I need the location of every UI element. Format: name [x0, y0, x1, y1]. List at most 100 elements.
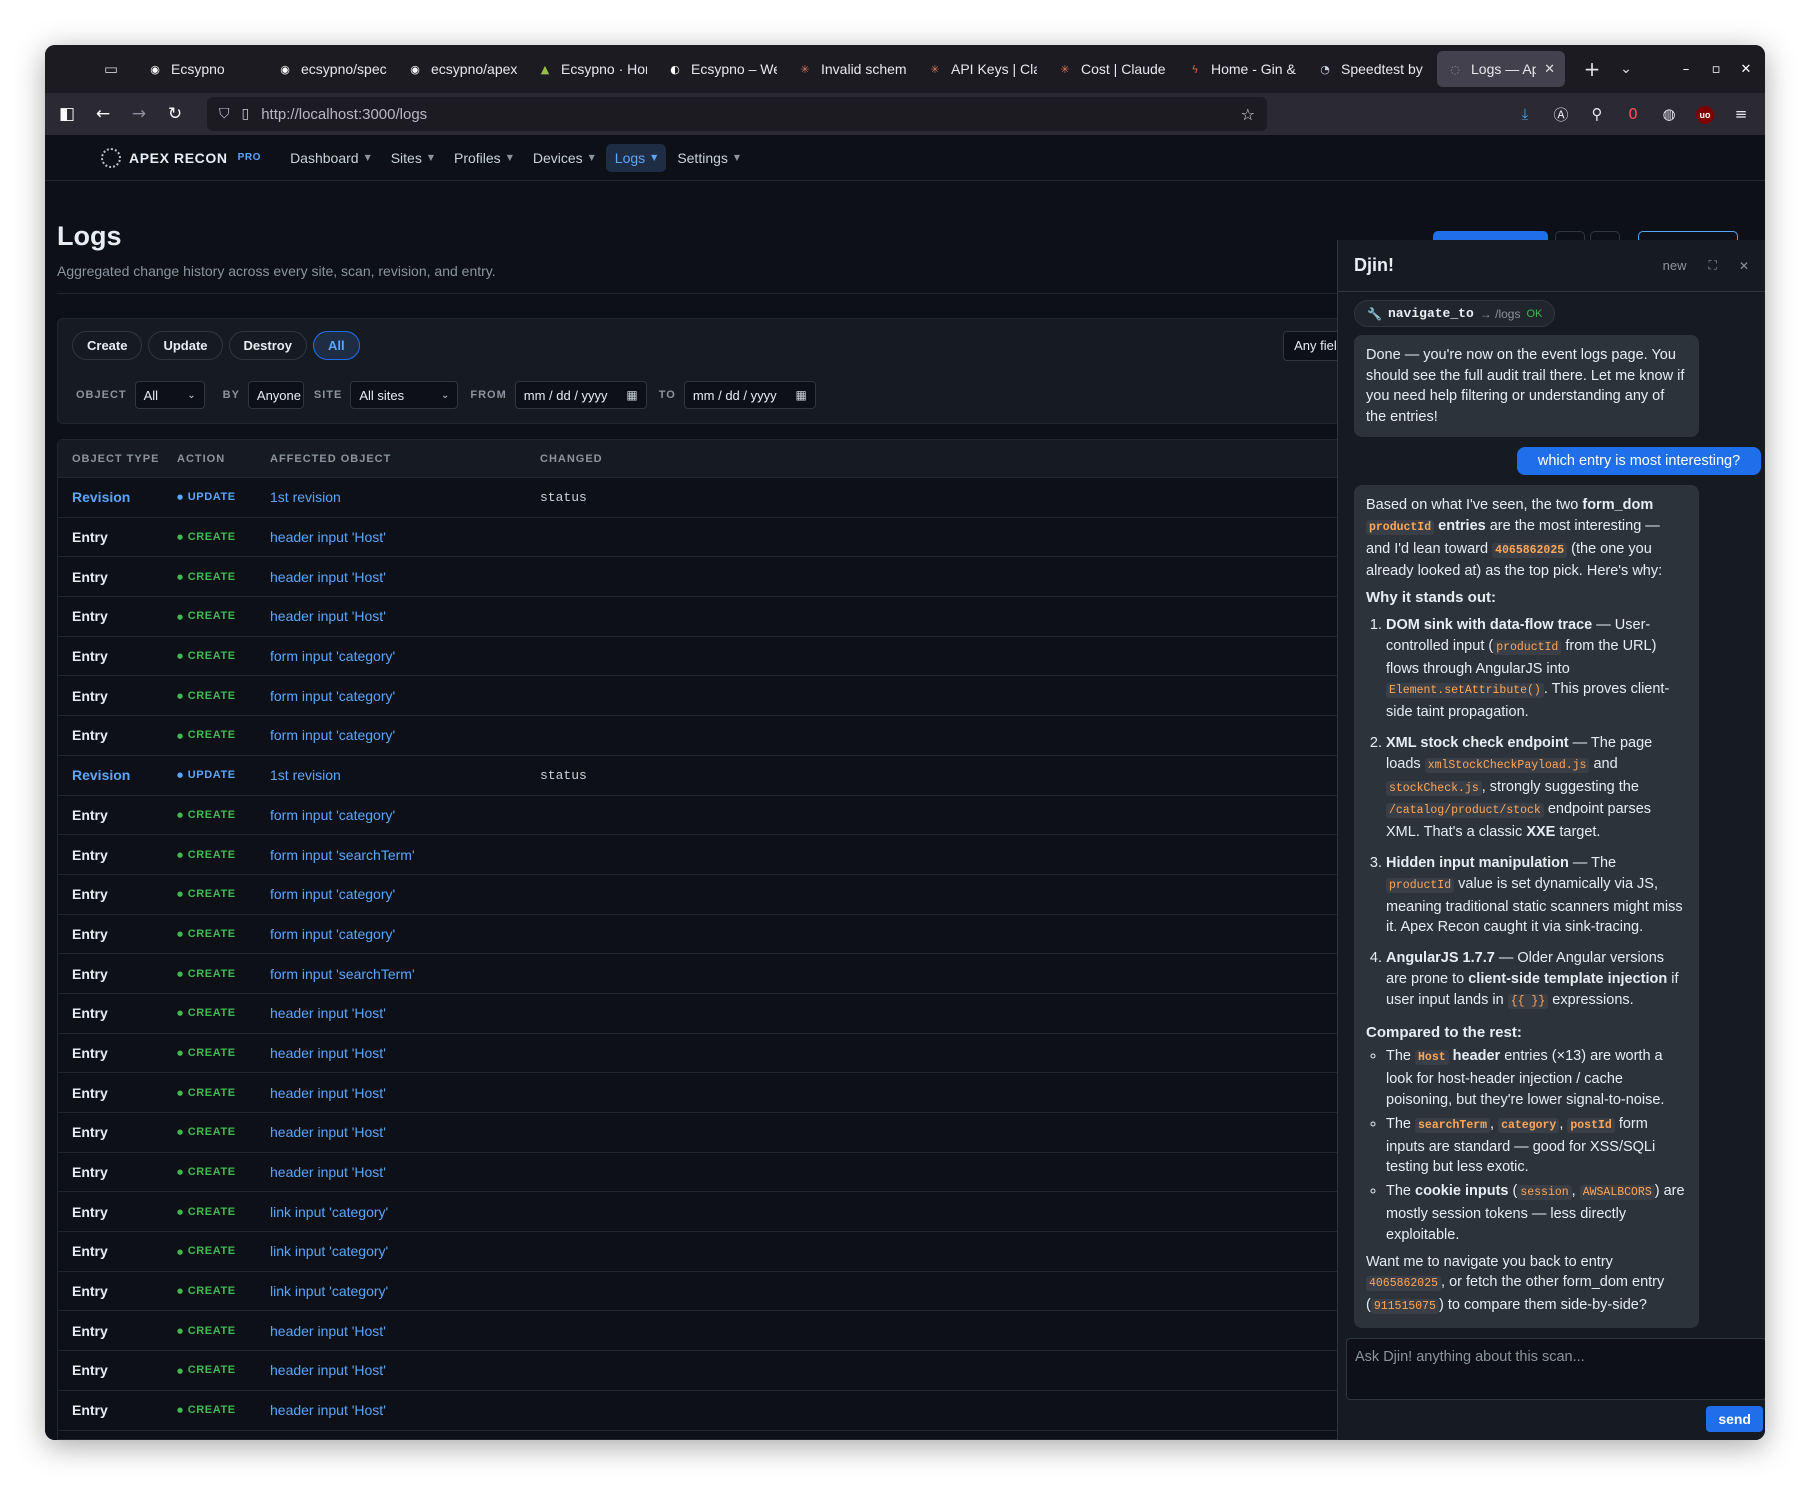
filter-pill-destroy[interactable]: Destroy	[228, 331, 307, 360]
table-row[interactable]: Entry ● CREATE form input 'searchTerm'	[58, 835, 1351, 875]
affected-object-link[interactable]: form input 'category'	[270, 688, 540, 704]
sidebar-toggle-icon[interactable]: ◧	[49, 104, 85, 124]
filter-pill-create[interactable]: Create	[72, 331, 143, 360]
table-row[interactable]: Entry ● CREATE header input 'Host'	[58, 1073, 1351, 1113]
table-row[interactable]: Entry ● CREATE form input 'category'	[58, 716, 1351, 756]
table-row[interactable]: Entry ● CREATE header input 'Host'	[58, 1391, 1351, 1431]
calendar-icon[interactable]: ▦	[795, 388, 806, 402]
browser-tab[interactable]: ✳ API Keys | Cla	[917, 51, 1047, 87]
table-row[interactable]: Entry ● CREATE header input 'Host'	[58, 994, 1351, 1034]
browser-tab[interactable]: ◐ Ecsypno – We	[657, 51, 787, 87]
affected-object-link[interactable]: 1st revision	[270, 767, 540, 783]
brand[interactable]: APEX RECON PRO	[101, 147, 261, 168]
shield-icon[interactable]: ⛉	[219, 106, 230, 122]
affected-object-link[interactable]: header input 'Host'	[270, 1085, 540, 1101]
menu-settings[interactable]: Settings ▼	[668, 144, 749, 172]
affected-object-link[interactable]: form input 'category'	[270, 886, 540, 902]
tab-overview-icon[interactable]: ▭	[93, 54, 129, 84]
reload-icon[interactable]: ↻	[157, 104, 193, 124]
table-row[interactable]: Entry ● CREATE form input 'searchTerm'	[58, 954, 1351, 994]
close-window-icon[interactable]: ✕	[1737, 62, 1755, 77]
table-row[interactable]: Entry ● CREATE form input 'category'	[58, 796, 1351, 836]
table-row[interactable]: Entry ● CREATE header input 'Host'	[58, 557, 1351, 598]
hamburger-menu-icon[interactable]: ≡	[1731, 105, 1751, 123]
table-row[interactable]: Entry ● CREATE header input 'Host'	[58, 1113, 1351, 1153]
maximize-icon[interactable]: ▫	[1707, 62, 1725, 77]
object-type-cell[interactable]: Revision	[58, 767, 177, 783]
affected-object-link[interactable]: form input 'category'	[270, 926, 540, 942]
calendar-icon[interactable]: ▦	[626, 388, 637, 402]
browser-tab[interactable]: ▲ Ecsypno · Hon	[527, 51, 657, 87]
site-select[interactable]: All sites ⌄	[350, 381, 459, 409]
browser-tab[interactable]: ✳ Invalid schem	[787, 51, 917, 87]
expand-icon[interactable]: ⛶	[1709, 258, 1717, 273]
browser-tab[interactable]: ϟ Home - Gin &	[1177, 51, 1307, 87]
table-row[interactable]: Entry ● CREATE header input 'Host'	[58, 1351, 1351, 1391]
browser-tab[interactable]: ◉ Ecsypno	[137, 51, 267, 87]
table-row[interactable]: Entry ● CREATE form input 'category'	[58, 875, 1351, 915]
bookmark-star-icon[interactable]: ☆	[1241, 105, 1255, 124]
table-row[interactable]: Revision ● UPDATE 1st revision status	[58, 756, 1351, 796]
affected-object-link[interactable]: link input 'category'	[270, 1283, 540, 1299]
downloads-icon[interactable]: ⤓	[1515, 105, 1535, 123]
minimize-icon[interactable]: –	[1677, 62, 1695, 77]
affected-object-link[interactable]: form input 'searchTerm'	[270, 966, 540, 982]
header-affected-object[interactable]: AFFECTED OBJECT	[270, 453, 540, 465]
header-object-type[interactable]: OBJECT TYPE	[58, 453, 177, 465]
by-select[interactable]: Anyone	[247, 381, 304, 409]
tab-list-chevron-icon[interactable]: ⌄	[1609, 61, 1643, 77]
table-row[interactable]: Entry ● CREATE form input 'category'	[58, 637, 1351, 677]
table-row[interactable]: Entry ● CREATE link input 'category'	[58, 1272, 1351, 1312]
header-changed[interactable]: CHANGED	[540, 453, 1351, 465]
from-date-input[interactable]: mm / dd / yyyy ▦	[514, 381, 647, 409]
affected-object-link[interactable]: header input 'Host'	[270, 1005, 540, 1021]
affected-object-link[interactable]: header input 'Host'	[270, 1124, 540, 1140]
object-select[interactable]: All ⌄	[134, 381, 205, 409]
affected-object-link[interactable]: form input 'category'	[270, 727, 540, 743]
new-tab-icon[interactable]: +	[1575, 57, 1609, 81]
menu-logs[interactable]: Logs ▼	[605, 143, 667, 172]
affected-object-link[interactable]: header input 'Host'	[270, 608, 540, 624]
affected-object-link[interactable]: link input 'category'	[270, 1204, 540, 1220]
chat-input[interactable]: Ask Djin! anything about this scan...	[1346, 1338, 1765, 1400]
table-row[interactable]: Entry ● CREATE form input 'category'	[58, 915, 1351, 955]
affected-object-link[interactable]: form input 'category'	[270, 648, 540, 664]
menu-devices[interactable]: Devices ▼	[524, 144, 604, 172]
table-row[interactable]: Entry ● CREATE link input 'category'	[58, 1232, 1351, 1272]
vpn-icon[interactable]: ◍	[1659, 105, 1679, 123]
object-type-cell[interactable]: Revision	[58, 489, 177, 505]
menu-sites[interactable]: Sites ▼	[382, 144, 443, 172]
affected-object-link[interactable]: form input 'category'	[270, 807, 540, 823]
url-text[interactable]: http://localhost:3000/logs	[261, 106, 427, 123]
table-row[interactable]: Entry ● CREATE header input 'Host'	[58, 1034, 1351, 1074]
browser-tab[interactable]: ◉ ecsypno/spec	[267, 51, 397, 87]
browser-tab[interactable]: ✳ Cost | Claude	[1047, 51, 1177, 87]
send-button[interactable]: send	[1706, 1406, 1763, 1432]
close-icon[interactable]: ✕	[1739, 259, 1749, 273]
affected-object-link[interactable]: header input 'Host'	[270, 1164, 540, 1180]
notification-badge[interactable]: 0	[1623, 105, 1643, 123]
tool-call-chip[interactable]: 🔧 navigate_to → /logs OK	[1354, 300, 1556, 327]
back-icon[interactable]: ←	[85, 104, 121, 124]
table-row[interactable]: Entry ● CREATE header input 'Host'	[58, 597, 1351, 637]
to-date-input[interactable]: mm / dd / yyyy ▦	[683, 381, 816, 409]
affected-object-link[interactable]: header input 'Host'	[270, 1362, 540, 1378]
affected-object-link[interactable]: header input 'Host'	[270, 1045, 540, 1061]
table-row[interactable]: Entry ● CREATE header input 'Host'	[58, 1311, 1351, 1352]
account-icon[interactable]: Ⓐ	[1551, 104, 1571, 125]
affected-object-link[interactable]: 1st revision	[270, 489, 540, 505]
new-chat-button[interactable]: new	[1663, 258, 1687, 273]
extensions-icon[interactable]: ⚲	[1587, 105, 1607, 123]
url-bar[interactable]: ⛉ ▯ http://localhost:3000/logs ☆	[207, 97, 1267, 131]
affected-object-link[interactable]: header input 'Host'	[270, 529, 540, 545]
filter-pill-update[interactable]: Update	[148, 331, 223, 360]
menu-profiles[interactable]: Profiles ▼	[445, 144, 522, 172]
table-row[interactable]: Entry ● CREATE link input 'category'	[58, 1192, 1351, 1233]
table-row[interactable]: Entry ● CREATE header input 'Host'	[58, 518, 1351, 558]
affected-object-link[interactable]: header input 'Host'	[270, 569, 540, 585]
browser-tab[interactable]: ◔ Speedtest by	[1307, 51, 1437, 87]
browser-tab[interactable]: ◌ Logs — Ape ✕	[1437, 51, 1565, 87]
close-tab-icon[interactable]: ✕	[1544, 62, 1555, 77]
table-row[interactable]: Revision ● UPDATE 1st revision status	[58, 478, 1351, 518]
forward-icon[interactable]: →	[121, 104, 157, 124]
